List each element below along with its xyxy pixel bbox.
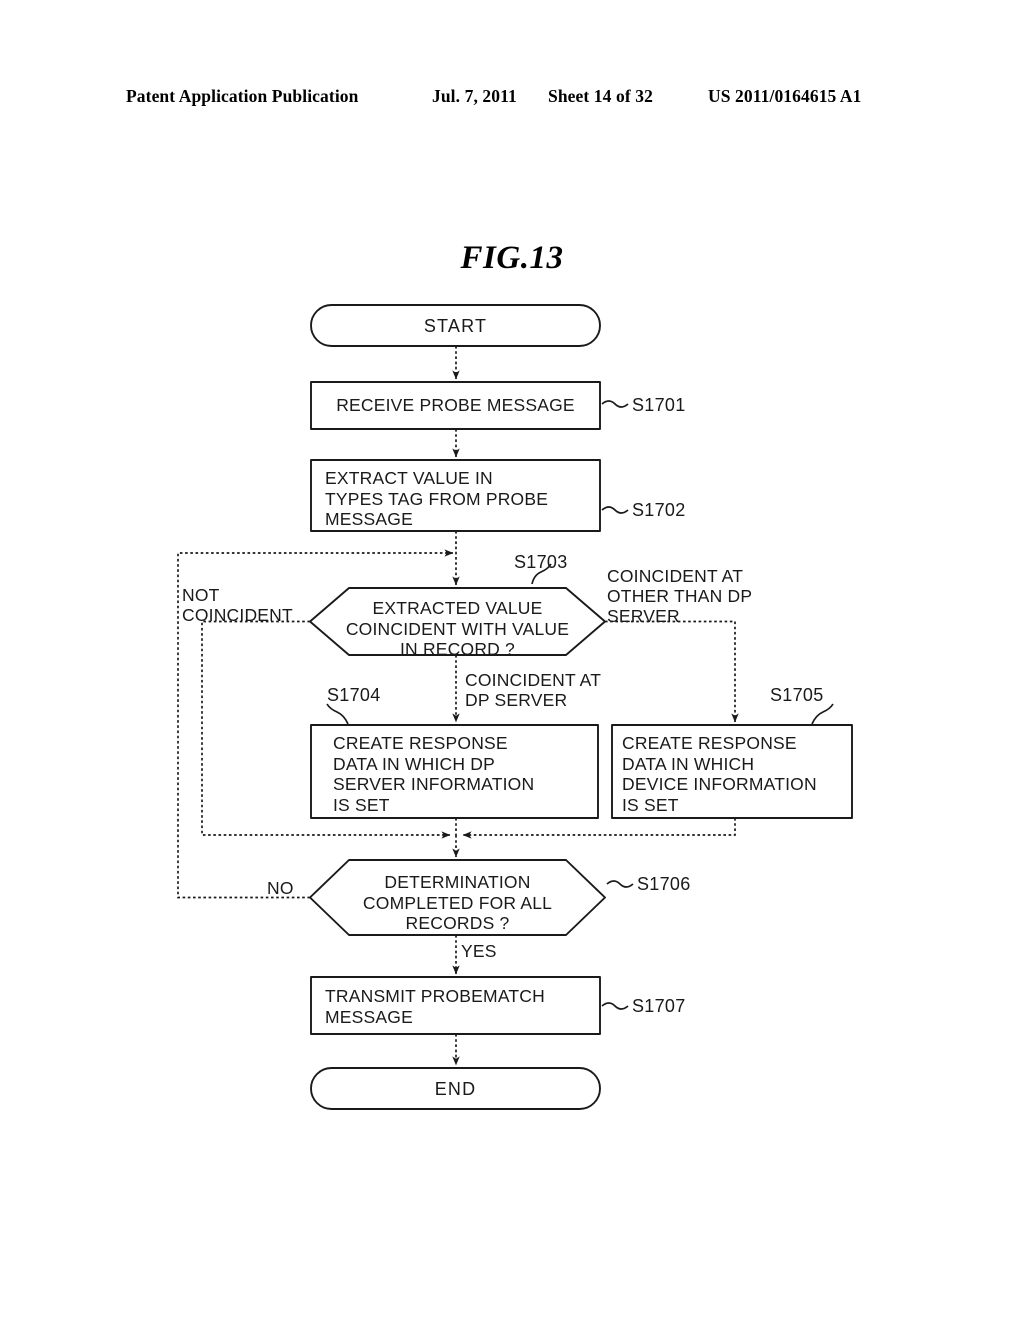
node-s1704-label: CREATE RESPONSE DATA IN WHICH DP SERVER …: [333, 733, 535, 815]
step-label-s1702: S1702: [632, 500, 686, 520]
flowchart: START RECEIVE PROBE MESSAGE EXTRACT VALU…: [0, 0, 1024, 1320]
step-label-s1701: S1701: [632, 395, 686, 415]
leader-s1702: [601, 506, 629, 514]
edge-label-coincident-other: COINCIDENT AT OTHER THAN DP SERVER: [607, 566, 753, 626]
edge-label-not-coincident: NOT COINCIDENT: [182, 585, 293, 625]
edge-label-no: NO: [267, 878, 294, 898]
step-label-s1706: S1706: [637, 874, 691, 894]
step-label-s1705: S1705: [770, 685, 824, 705]
edge-s1705-to-merge: [462, 818, 736, 839]
node-s1703-label: EXTRACTED VALUE COINCIDENT WITH VALUE IN…: [345, 598, 570, 659]
node-s1701-label: RECEIVE PROBE MESSAGE: [336, 395, 575, 415]
leader-s1704: [326, 703, 349, 725]
node-s1707-label: TRANSMIT PROBEMATCH MESSAGE: [325, 986, 545, 1027]
step-label-s1704: S1704: [327, 685, 381, 705]
edge-label-coincident-dp: COINCIDENT AT DP SERVER: [465, 670, 602, 710]
node-s1706-label: DETERMINATION COMPLETED FOR ALL RECORDS …: [362, 872, 553, 933]
node-end-label: END: [434, 1079, 477, 1099]
step-label-s1703: S1703: [514, 552, 568, 572]
edge-label-yes: YES: [461, 941, 497, 961]
leader-s1701: [601, 400, 629, 408]
node-s1702-label: EXTRACT VALUE IN TYPES TAG FROM PROBE ME…: [325, 468, 549, 529]
leader-s1706: [606, 880, 634, 888]
node-s1705-label: CREATE RESPONSE DATA IN WHICH DEVICE INF…: [622, 733, 817, 815]
leader-s1707: [601, 1002, 629, 1010]
leader-s1705: [811, 703, 834, 725]
node-start-label: START: [423, 316, 488, 336]
step-label-s1707: S1707: [632, 996, 686, 1016]
